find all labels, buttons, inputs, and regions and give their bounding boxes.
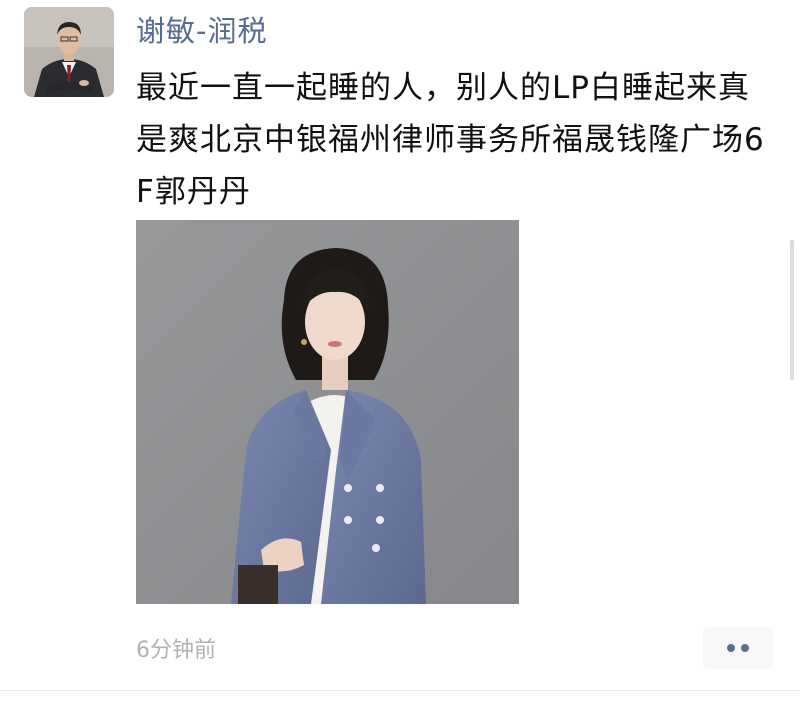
more-dots-icon bbox=[727, 644, 749, 652]
scrollbar[interactable] bbox=[790, 240, 794, 380]
author-avatar[interactable] bbox=[24, 7, 114, 97]
avatar-image bbox=[24, 7, 114, 97]
post-timestamp: 6分钟前 bbox=[136, 638, 216, 663]
author-name-link[interactable]: 谢敏-润税 bbox=[136, 8, 267, 50]
post-text: 最近一直一起睡的人，别人的LP白睡起来真是爽北京中银福州律师事务所福晟钱隆广场6… bbox=[136, 70, 765, 210]
post-photo[interactable] bbox=[136, 220, 519, 604]
photo-image bbox=[136, 220, 519, 604]
more-actions-button[interactable] bbox=[703, 627, 773, 669]
divider bbox=[0, 690, 800, 691]
